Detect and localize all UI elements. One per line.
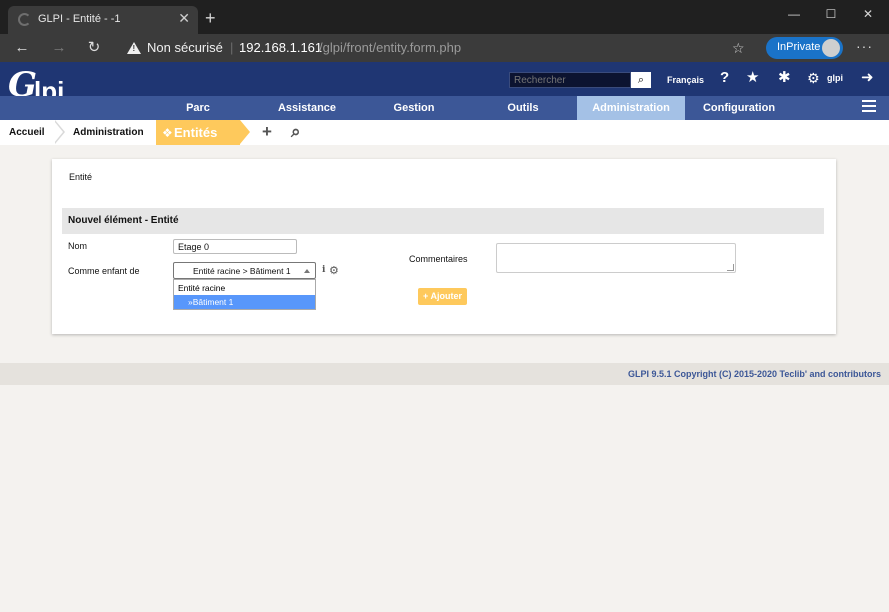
back-icon[interactable]: ← bbox=[12, 38, 32, 58]
comments-label: Commentaires bbox=[409, 254, 468, 264]
breadcrumb-administration[interactable]: Administration bbox=[73, 120, 144, 145]
url-path: /glpi/front/entity.form.php bbox=[319, 40, 462, 55]
main-menu: Parc Assistance Gestion Outils Administr… bbox=[0, 96, 889, 120]
search-input[interactable] bbox=[509, 72, 631, 88]
footer: GLPI 9.5.1 Copyright (C) 2015-2020 Tecli… bbox=[0, 363, 889, 385]
favorite-icon[interactable]: ☆ bbox=[732, 40, 745, 57]
url-host: 192.168.1.161 bbox=[239, 40, 323, 55]
menu-item-gestion[interactable]: Gestion bbox=[382, 96, 446, 120]
browser-tab[interactable]: GLPI - Entité - -1 ✕ bbox=[8, 6, 198, 34]
user-name[interactable]: glpi bbox=[827, 73, 843, 83]
info-icon[interactable]: i bbox=[322, 265, 325, 275]
avatar bbox=[822, 39, 840, 57]
breadcrumb-current-label: Entités bbox=[174, 125, 218, 140]
parent-select[interactable]: Entité racine > Bâtiment 1 bbox=[173, 262, 316, 279]
parent-select-value: Entité racine > Bâtiment 1 bbox=[193, 266, 291, 276]
address-bar: ← → ↻ Non sécurisé | 192.168.1.161 /glpi… bbox=[0, 34, 889, 62]
parent-label: Comme enfant de bbox=[68, 266, 140, 276]
language-selector[interactable]: Français bbox=[667, 75, 704, 85]
menu-item-parc[interactable]: Parc bbox=[168, 96, 228, 120]
menu-item-assistance[interactable]: Assistance bbox=[268, 96, 346, 120]
breadcrumb-current-arrow bbox=[240, 120, 250, 144]
search-list-icon[interactable]: ⌕ bbox=[291, 123, 301, 141]
bug-icon[interactable]: ✱ bbox=[778, 69, 791, 87]
parent-dropdown: Entité racine »Bâtiment 1 bbox=[173, 279, 316, 310]
forward-icon[interactable]: → bbox=[49, 38, 69, 58]
name-field[interactable] bbox=[173, 239, 297, 254]
star-icon[interactable]: ★ bbox=[746, 69, 759, 87]
tab-close-icon[interactable]: ✕ bbox=[178, 11, 190, 25]
name-label: Nom bbox=[68, 241, 88, 251]
breadcrumb: Accueil Administration ❖ Entités bbox=[0, 120, 889, 145]
layers-icon: ❖ bbox=[162, 126, 173, 140]
menu-item-administration[interactable]: Administration bbox=[577, 96, 685, 120]
panel-title[interactable]: Entité bbox=[69, 172, 92, 182]
url-field[interactable]: Non sécurisé | 192.168.1.161 /glpi/front… bbox=[117, 36, 757, 60]
warning-icon bbox=[127, 42, 141, 54]
hamburger-icon[interactable] bbox=[862, 100, 876, 112]
url-separator: | bbox=[230, 40, 234, 55]
logout-icon[interactable]: ➜ bbox=[861, 69, 874, 87]
breadcrumb-home[interactable]: Accueil bbox=[9, 120, 45, 145]
loading-favicon-icon bbox=[18, 13, 31, 26]
footer-copyright[interactable]: GLPI 9.5.1 Copyright (C) 2015-2020 Tecli… bbox=[628, 369, 881, 379]
maximize-icon[interactable]: ☐ bbox=[816, 4, 846, 24]
tab-title: GLPI - Entité - -1 bbox=[38, 13, 121, 25]
menu-item-outils[interactable]: Outils bbox=[496, 96, 550, 120]
dropdown-option-building[interactable]: »Bâtiment 1 bbox=[174, 295, 315, 309]
reload-icon[interactable]: ↻ bbox=[84, 38, 104, 58]
menu-item-configuration[interactable]: Configuration bbox=[693, 96, 785, 120]
more-menu-icon[interactable]: ··· bbox=[856, 38, 873, 54]
add-button[interactable]: + Ajouter bbox=[418, 288, 467, 305]
inprivate-label: InPrivate bbox=[777, 41, 821, 53]
inprivate-badge[interactable]: InPrivate bbox=[766, 37, 843, 59]
new-tab-icon[interactable]: + bbox=[205, 9, 216, 27]
breadcrumb-separator bbox=[54, 120, 65, 144]
security-label: Non sécurisé bbox=[147, 40, 223, 55]
dropdown-option-root[interactable]: Entité racine bbox=[174, 281, 315, 295]
window-close-icon[interactable]: ✕ bbox=[853, 4, 883, 24]
browser-tab-strip: GLPI - Entité - -1 ✕ + — ☐ ✕ bbox=[0, 0, 889, 34]
gear-icon[interactable]: ⚙ bbox=[329, 264, 339, 277]
minimize-icon[interactable]: — bbox=[779, 4, 809, 24]
comments-field[interactable] bbox=[496, 243, 736, 273]
search-icon[interactable]: ⌕ bbox=[631, 72, 651, 88]
help-icon[interactable]: ? bbox=[720, 69, 729, 87]
add-icon[interactable]: + bbox=[262, 123, 272, 141]
caret-up-icon bbox=[304, 269, 310, 273]
section-title: Nouvel élément - Entité bbox=[68, 215, 179, 226]
user-gear-icon[interactable]: ⚙ bbox=[807, 69, 820, 87]
